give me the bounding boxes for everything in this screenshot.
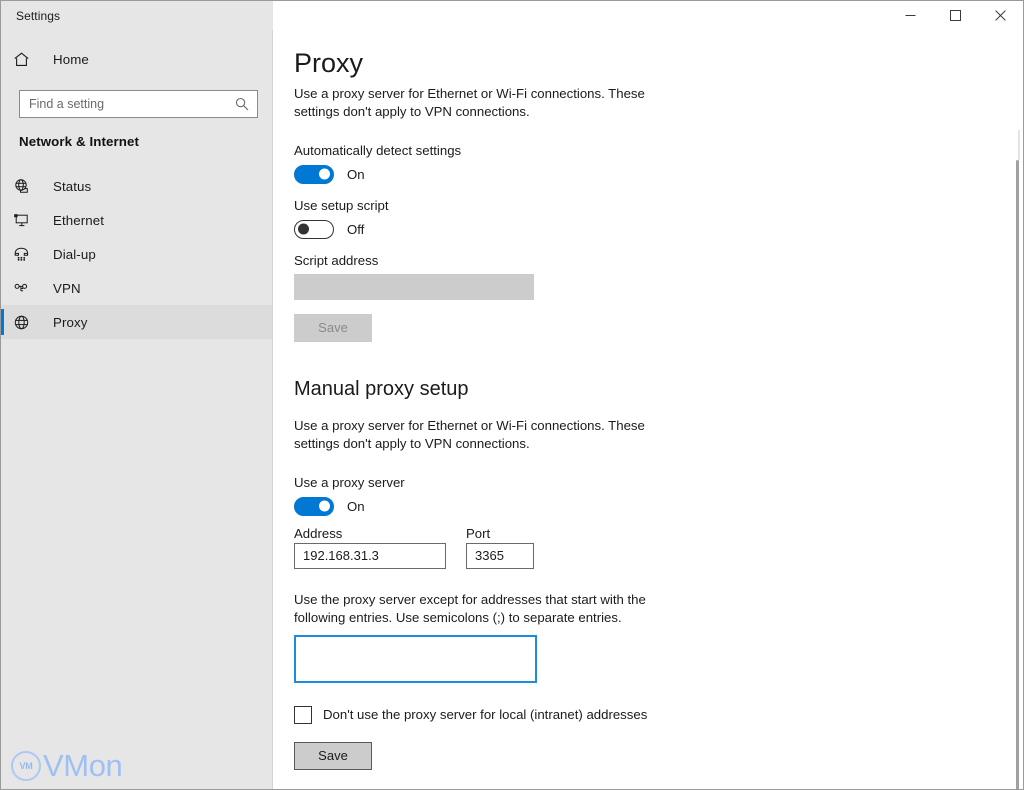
watermark-text: VMon (43, 750, 122, 781)
bypass-local-label: Don't use the proxy server for local (in… (323, 707, 647, 722)
dialup-phone-icon (13, 244, 41, 264)
vpn-key-icon (13, 278, 41, 298)
script-address-label: Script address (294, 253, 994, 268)
manual-description: Use a proxy server for Ethernet or Wi-Fi… (294, 417, 666, 453)
title-bar-right (273, 1, 1023, 30)
auto-detect-toggle-row: On (294, 165, 994, 184)
address-port-row: Address Port (294, 526, 994, 569)
maximize-icon (950, 10, 961, 21)
sidebar-item-ethernet[interactable]: Ethernet (1, 203, 272, 237)
proxy-port-input[interactable] (466, 543, 534, 569)
address-field-group: Address (294, 526, 446, 569)
toggle-knob (298, 224, 309, 235)
bypass-local-checkbox[interactable] (294, 706, 312, 724)
sidebar-item-home[interactable]: Home (1, 42, 272, 76)
sidebar-item-dialup-label: Dial-up (53, 247, 96, 262)
window-title: Settings (1, 9, 60, 23)
sidebar-item-dialup[interactable]: Dial-up (1, 237, 272, 271)
bypass-local-checkbox-row[interactable]: Don't use the proxy server for local (in… (294, 706, 994, 724)
exceptions-description: Use the proxy server except for addresse… (294, 591, 666, 627)
minimize-icon (905, 10, 916, 21)
sidebar-nav-list: Status Ethernet (1, 169, 272, 339)
toggle-knob (319, 169, 330, 180)
proxy-exceptions-input[interactable] (294, 635, 537, 683)
script-save-button[interactable]: Save (294, 314, 372, 342)
auto-detect-toggle[interactable] (294, 165, 334, 184)
manual-section-title: Manual proxy setup (294, 378, 994, 401)
proxy-globe-icon (13, 312, 41, 332)
script-address-input[interactable] (294, 274, 534, 300)
sidebar-item-status-label: Status (53, 179, 91, 194)
manual-save-button[interactable]: Save (294, 742, 372, 770)
setup-script-label: Use setup script (294, 198, 994, 213)
sidebar-item-proxy-label: Proxy (53, 315, 88, 330)
sidebar-item-proxy[interactable]: Proxy (1, 305, 272, 339)
watermark-badge: VM (11, 751, 41, 781)
minimize-button[interactable] (888, 1, 933, 30)
sidebar-item-status[interactable]: Status (1, 169, 272, 203)
auto-detect-state: On (347, 167, 365, 182)
setup-script-toggle-row: Off (294, 220, 994, 239)
sidebar-item-home-label: Home (53, 52, 89, 67)
settings-window: Settings (0, 0, 1024, 790)
sidebar-item-vpn-label: VPN (53, 281, 81, 296)
port-label: Port (466, 526, 534, 541)
content-pane: Proxy Use a proxy server for Ethernet or… (274, 30, 1023, 789)
scrollbar-thumb[interactable] (1016, 160, 1019, 789)
page-title: Proxy (294, 48, 994, 79)
search-box[interactable] (19, 90, 258, 118)
title-bar: Settings (1, 1, 1023, 30)
port-field-group: Port (466, 526, 534, 569)
sidebar-item-vpn[interactable]: VPN (1, 271, 272, 305)
address-label: Address (294, 526, 446, 541)
ethernet-monitor-icon (13, 210, 41, 230)
use-proxy-label: Use a proxy server (294, 475, 994, 490)
setup-script-toggle[interactable] (294, 220, 334, 239)
sidebar-category-title: Network & Internet (1, 118, 272, 149)
page-description: Use a proxy server for Ethernet or Wi-Fi… (294, 85, 666, 121)
close-icon (995, 10, 1006, 21)
status-globe-icon (13, 176, 41, 196)
search-input[interactable] (20, 91, 235, 117)
proxy-address-input[interactable] (294, 543, 446, 569)
scrollbar-upper-track (1018, 130, 1020, 160)
content-scrollbar[interactable] (1015, 160, 1021, 789)
close-button[interactable] (978, 1, 1023, 30)
toggle-knob (319, 501, 330, 512)
home-icon (13, 49, 41, 69)
use-proxy-toggle[interactable] (294, 497, 334, 516)
sidebar-item-ethernet-label: Ethernet (53, 213, 104, 228)
auto-detect-label: Automatically detect settings (294, 143, 994, 158)
setup-script-state: Off (347, 222, 364, 237)
search-icon (235, 97, 257, 111)
title-bar-left: Settings (1, 1, 273, 30)
watermark: VM VMon (11, 750, 122, 781)
maximize-button[interactable] (933, 1, 978, 30)
sidebar: Home Network & Internet (1, 30, 273, 789)
use-proxy-state: On (347, 499, 365, 514)
use-proxy-toggle-row: On (294, 497, 994, 516)
